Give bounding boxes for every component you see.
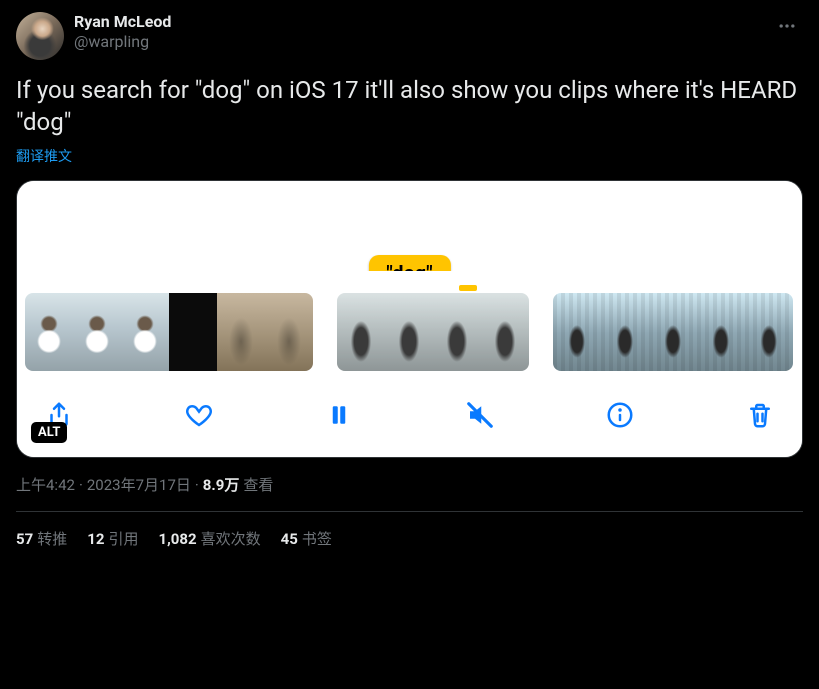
translate-link[interactable]: 翻译推文 <box>16 146 803 166</box>
avatar[interactable] <box>16 12 64 60</box>
meta-separator: · <box>195 476 199 494</box>
views-label: 查看 <box>243 474 273 495</box>
tweet-text: If you search for "dog" on iOS 17 it'll … <box>16 74 803 138</box>
thumbnail <box>697 293 745 371</box>
heart-icon <box>184 400 214 430</box>
clip-group-1[interactable] <box>25 293 313 371</box>
stat-count: 45 <box>281 530 298 548</box>
thumbnail <box>337 293 385 371</box>
stat-label: 书签 <box>302 528 332 549</box>
info-icon <box>605 400 635 430</box>
meta-separator: · <box>79 476 83 494</box>
media-inner: "dog" <box>17 181 802 457</box>
author-block[interactable]: Ryan McLeod @warpling <box>74 12 171 52</box>
author-handle: @warpling <box>74 32 171 52</box>
pause-icon <box>324 400 354 430</box>
stat-label: 喜欢次数 <box>201 528 261 549</box>
stat-label: 转推 <box>37 528 67 549</box>
stat-label: 引用 <box>108 528 138 549</box>
tweet-time[interactable]: 上午4:42 <box>16 474 75 495</box>
tweet-stats: 57 转推 12 引用 1,082 喜欢次数 45 书签 <box>16 512 803 549</box>
like-button[interactable] <box>179 395 219 435</box>
tweet-container: Ryan McLeod @warpling If you search for … <box>0 0 819 549</box>
author-name: Ryan McLeod <box>74 12 171 32</box>
stat-count: 1,082 <box>158 530 196 548</box>
thumbnail <box>745 293 793 371</box>
thumbnail <box>73 293 121 371</box>
views-count: 8.9万 <box>203 474 240 495</box>
retweets-stat[interactable]: 57 转推 <box>16 528 67 549</box>
speaker-muted-icon <box>465 400 495 430</box>
bookmarks-stat[interactable]: 45 书签 <box>281 528 332 549</box>
quotes-stat[interactable]: 12 引用 <box>87 528 138 549</box>
mute-button[interactable] <box>460 395 500 435</box>
likes-stat[interactable]: 1,082 喜欢次数 <box>158 528 260 549</box>
tweet-header: Ryan McLeod @warpling <box>16 12 803 60</box>
trash-icon <box>745 400 775 430</box>
tweet-meta: 上午4:42 · 2023年7月17日 · 8.9万 查看 <box>16 474 803 495</box>
thumbnail <box>265 293 313 371</box>
clip-group-3[interactable] <box>553 293 793 371</box>
thumbnail <box>25 293 73 371</box>
video-timeline[interactable] <box>17 271 802 381</box>
thumbnail <box>121 293 169 371</box>
media-card[interactable]: "dog" <box>16 180 803 458</box>
stat-count: 12 <box>87 530 104 548</box>
thumbnail <box>217 293 265 371</box>
thumbnail <box>169 293 217 371</box>
more-icon <box>777 16 797 36</box>
timeline-marker <box>459 285 477 291</box>
stat-count: 57 <box>16 530 33 548</box>
media-top-area: "dog" <box>17 181 802 271</box>
clip-group-2[interactable] <box>337 293 529 371</box>
thumbnail <box>649 293 697 371</box>
thumbnail <box>433 293 481 371</box>
more-button[interactable] <box>771 10 803 42</box>
alt-badge[interactable]: ALT <box>31 422 67 443</box>
info-button[interactable] <box>600 395 640 435</box>
thumbnail <box>385 293 433 371</box>
thumbnail <box>601 293 649 371</box>
pause-button[interactable] <box>319 395 359 435</box>
thumbnail <box>481 293 529 371</box>
tweet-date[interactable]: 2023年7月17日 <box>87 474 191 495</box>
delete-button[interactable] <box>740 395 780 435</box>
thumbnail <box>553 293 601 371</box>
media-toolbar <box>17 381 802 457</box>
